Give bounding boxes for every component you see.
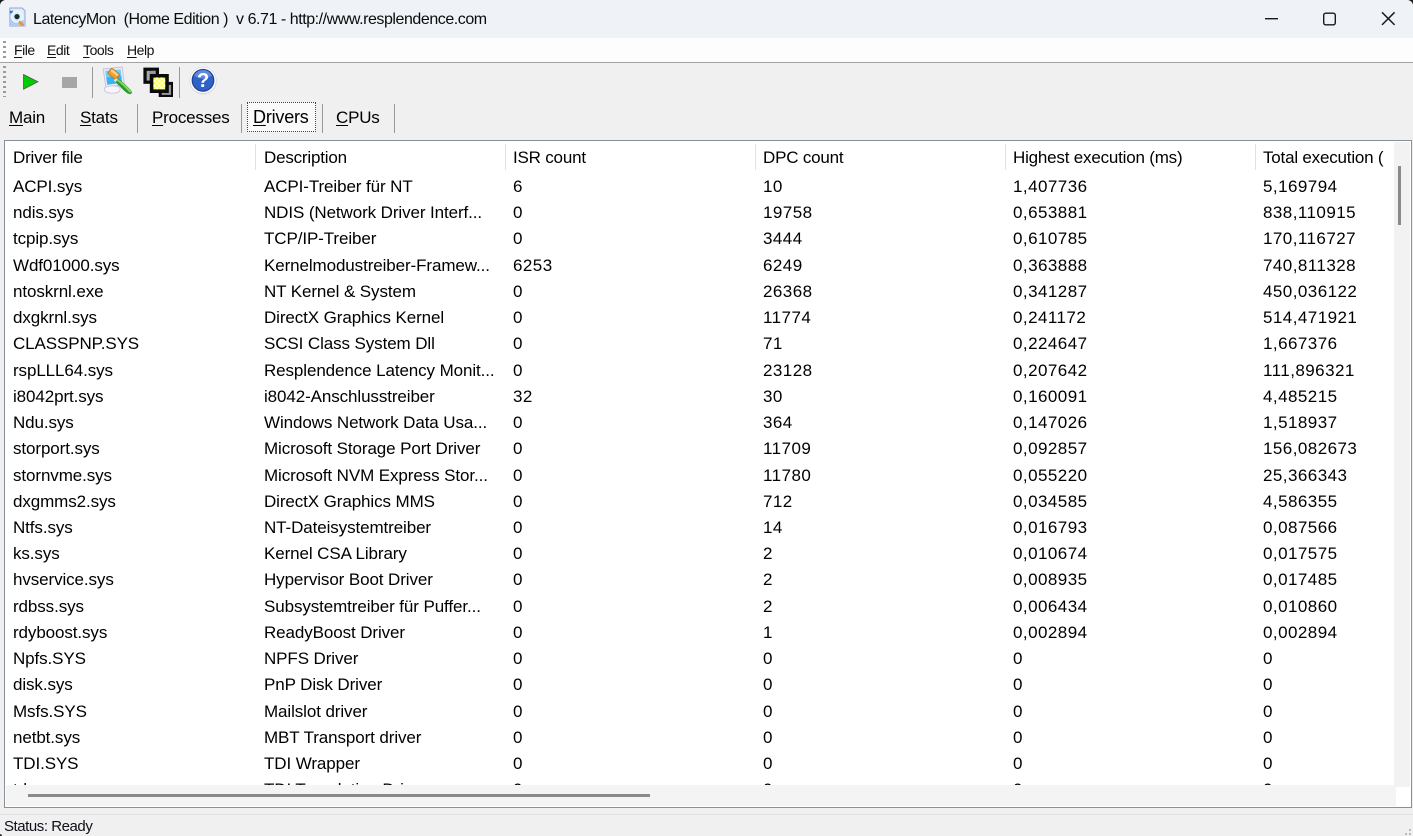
svg-text:?: ? bbox=[197, 70, 209, 92]
